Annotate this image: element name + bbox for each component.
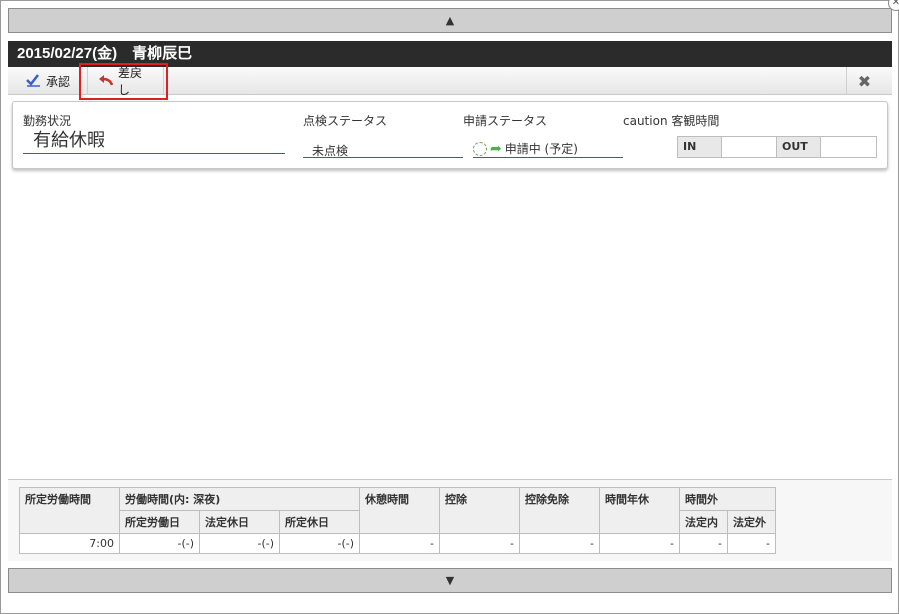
triangle-down-icon: ▼ [445, 574, 455, 587]
cell-hourly-leave: - [599, 533, 680, 554]
out-time-field [820, 137, 876, 157]
status-panel: 勤務状況 有給休暇 点検ステータス 未点検 申請ステータス ➦ 申請中 (予定)… [12, 101, 888, 169]
cell-deduction-exempt: - [519, 533, 600, 554]
th-overtime-over: 法定外 [727, 510, 776, 534]
cell-working-scheduled-day: -(-) [119, 533, 200, 554]
work-status-label: 勤務状況 [23, 114, 72, 128]
summary-table: 所定労働時間 労働時間(内: 深夜) 休憩時間 控除 控除免除 時間年休 時間外… [19, 487, 776, 554]
th-overtime-within: 法定内 [679, 510, 728, 534]
app-status-text: 申請中 (予定) [504, 142, 578, 156]
forward-arrow-icon: ➦ [490, 140, 502, 157]
th-working-scheduled-day: 所定労働日 [119, 510, 200, 534]
app-status-value: ➦ 申請中 (予定) [473, 140, 623, 158]
approve-button[interactable]: 承認 [16, 67, 88, 95]
cell-break: - [359, 533, 440, 554]
triangle-up-icon: ▲ [445, 14, 455, 27]
cell-working-scheduled-holiday: -(-) [279, 533, 360, 554]
in-time-field [721, 137, 777, 157]
return-button-highlight [79, 63, 168, 100]
scroll-up-button[interactable]: ▲ [8, 8, 892, 33]
th-working-legal-holiday: 法定休日 [199, 510, 280, 534]
th-deduction-exempt: 控除免除 [519, 487, 600, 534]
th-overtime: 時間外 [679, 487, 776, 511]
th-working-scheduled-holiday: 所定休日 [279, 510, 360, 534]
th-hourly-leave: 時間年休 [599, 487, 680, 534]
th-working: 労働時間(内: 深夜) [119, 487, 360, 511]
approve-label: 承認 [46, 74, 71, 89]
scroll-down-button[interactable]: ▼ [8, 568, 892, 593]
clock-icon [473, 141, 487, 156]
th-scheduled: 所定労働時間 [19, 487, 120, 534]
table-row: 7:00 -(-) -(-) -(-) - - - - - - [19, 533, 776, 554]
app-status-label: 申請ステータス [463, 114, 548, 128]
in-label: IN [678, 137, 722, 157]
objective-time-label: caution 客観時間 [623, 114, 720, 128]
cell-deduction: - [439, 533, 520, 554]
approve-check-icon [26, 73, 42, 90]
cell-overtime-within: - [679, 533, 728, 554]
th-deduction: 控除 [439, 487, 520, 534]
cell-working-legal-holiday: -(-) [199, 533, 280, 554]
cell-overtime-over: - [727, 533, 776, 554]
out-label: OUT [777, 137, 821, 157]
attendance-dialog: ▲ ✕ 2015/02/27(金) 青柳辰巳 承認 差戻し ✖ 勤務状況 有給休… [0, 0, 899, 614]
check-status-value: 未点検 [303, 142, 463, 158]
cell-scheduled: 7:00 [19, 533, 120, 554]
check-status-label: 点検ステータス [303, 114, 388, 128]
th-break: 休憩時間 [359, 487, 440, 534]
work-status-value: 有給休暇 [23, 130, 285, 154]
close-icon[interactable]: ✖ [846, 67, 882, 95]
in-out-times: IN OUT [677, 136, 877, 158]
